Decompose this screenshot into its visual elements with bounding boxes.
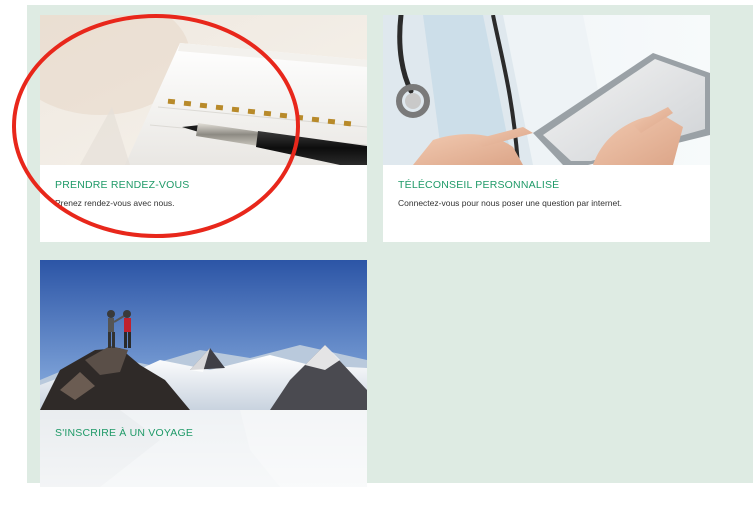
trip-signup-card-title[interactable]: S'INSCRIRE À UN VOYAGE (55, 427, 193, 439)
teleconseil-card-title[interactable]: TÉLÉCONSEIL PERSONNALISÉ (398, 179, 559, 191)
teleconseil-card-description: Connectez-vous pour nous poser une quest… (398, 198, 622, 208)
notebook-pen-image (40, 15, 367, 165)
appointment-card-title[interactable]: PRENDRE RENDEZ-VOUS (55, 179, 189, 191)
doctor-tablet-image (383, 15, 710, 165)
appointment-card-description: Prenez rendez-vous avec nous. (55, 198, 175, 208)
trip-signup-card[interactable]: S'INSCRIRE À UN VOYAGE (40, 260, 367, 487)
appointment-card[interactable]: PRENDRE RENDEZ-VOUS Prenez rendez-vous a… (40, 15, 367, 242)
teleconseil-card[interactable]: TÉLÉCONSEIL PERSONNALISÉ Connectez-vous … (383, 15, 710, 242)
